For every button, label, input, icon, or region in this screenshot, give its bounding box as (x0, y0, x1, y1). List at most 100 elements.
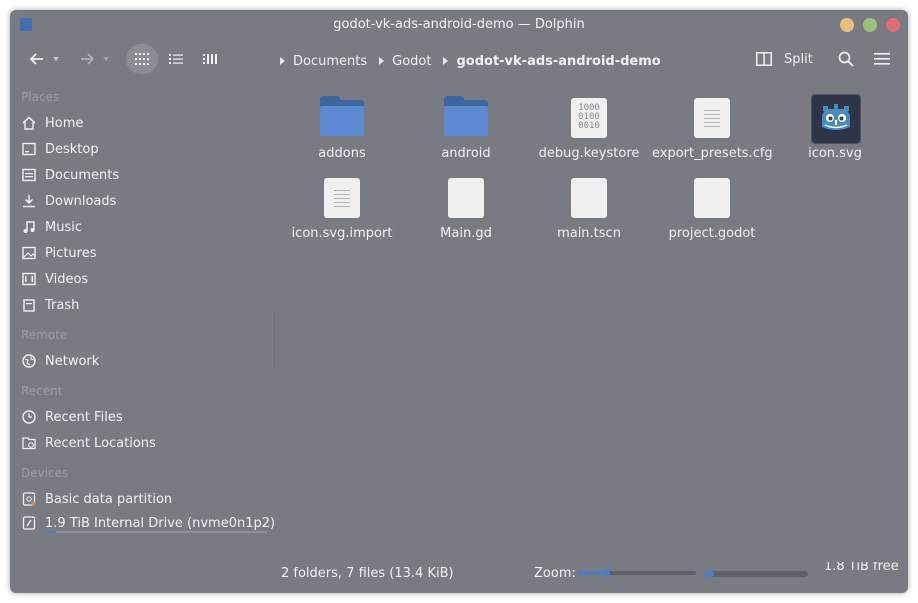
breadcrumb-item-current[interactable]: godot-vk-ads-android-demo (456, 54, 660, 69)
zoom-slider[interactable] (578, 568, 696, 578)
sidebar-item-videos[interactable]: Videos (21, 268, 88, 290)
sidebar-item-recent-locations[interactable]: Recent Locations (21, 432, 156, 454)
file-name: addons (318, 146, 366, 161)
free-space-bar[interactable] (704, 571, 808, 577)
file-name: android (441, 146, 491, 161)
split-view-icon (756, 52, 772, 66)
file-item-debug-keystore[interactable]: 1000 0100 0010 debug.keystore (529, 96, 649, 161)
sidebar-item-label: Network (45, 353, 100, 369)
sidebar-item-label: Recent Files (45, 409, 123, 425)
sidebar-item-downloads[interactable]: Downloads (21, 190, 116, 212)
compact-view-button[interactable] (162, 44, 190, 74)
breadcrumb-item-godot[interactable]: Godot (392, 54, 431, 69)
arrow-left-icon (29, 53, 59, 65)
sidebar-item-home[interactable]: Home (21, 112, 83, 134)
zoom-slider-fill (578, 571, 608, 575)
window-title: godot-vk-ads-android-demo — Dolphin (333, 17, 585, 32)
drive-usage-bar (45, 531, 267, 533)
binary-glyph: 1000 0100 0010 (578, 103, 600, 131)
zoom-label: Zoom: (534, 566, 576, 581)
breadcrumb-separator-icon (443, 57, 449, 65)
breadcrumb-item-documents[interactable]: Documents (293, 54, 367, 69)
sidebar-item-trash[interactable]: Trash (21, 294, 79, 316)
sidebar-item-label: Videos (45, 271, 89, 287)
file-item-main-tscn[interactable]: main.tscn (529, 176, 649, 241)
folder-icon (320, 96, 364, 140)
sidebar-item-label: Home (45, 115, 84, 131)
file-name: main.tscn (557, 226, 621, 241)
file-item-export-presets[interactable]: export_presets.cfg (652, 96, 773, 161)
sidebar-item-recent-files[interactable]: Recent Files (21, 406, 123, 428)
drive-icon (21, 515, 37, 531)
download-icon (21, 193, 37, 209)
blank-file-icon (690, 176, 734, 220)
sidebar-item-network[interactable]: Network (21, 350, 99, 372)
folder-clock-icon (21, 435, 37, 451)
file-item-icon-svg-import[interactable]: icon.svg.import (282, 176, 402, 241)
split-button[interactable]: Split (756, 44, 836, 74)
free-space-text: 1.8 TiB free (824, 562, 899, 572)
file-name: icon.svg (808, 146, 862, 161)
minimize-button[interactable] (840, 18, 854, 32)
picture-icon (21, 245, 37, 261)
file-item-icon-svg[interactable]: icon.svg (775, 94, 895, 161)
blank-file-icon (444, 176, 488, 220)
back-button[interactable] (26, 44, 66, 74)
sidebar-item-label: Trash (45, 297, 80, 313)
file-name: project.godot (668, 226, 756, 241)
forward-button[interactable] (76, 44, 116, 74)
godot-logo-icon (822, 104, 850, 130)
toolbar: Documents Godot godot-vk-ads-android-dem… (10, 40, 908, 80)
file-item-main-gd[interactable]: Main.gd (406, 176, 526, 241)
hamburger-menu-button[interactable] (870, 44, 894, 74)
file-item-addons[interactable]: addons (282, 96, 402, 161)
drive-usage-fill (45, 531, 57, 533)
sidebar-item-label: 1.9 TiB Internal Drive (nvme0n1p2) (45, 515, 276, 531)
sidebar-item-label: Music (45, 219, 82, 235)
sidebar-item-desktop[interactable]: Desktop (21, 138, 99, 160)
status-summary: 2 folders, 7 files (13.4 KiB) (281, 566, 454, 581)
document-icon (21, 167, 37, 183)
sidebar-item-label: Documents (45, 167, 120, 183)
file-item-project-godot[interactable]: project.godot (652, 176, 772, 241)
video-icon (21, 271, 37, 287)
home-icon (21, 115, 37, 131)
network-icon (21, 353, 37, 369)
panel-splitter[interactable] (274, 310, 275, 370)
search-icon (838, 51, 854, 67)
title-bar[interactable]: godot-vk-ads-android-demo — Dolphin (10, 10, 908, 40)
breadcrumb-separator-icon (379, 57, 385, 65)
file-item-android[interactable]: android (406, 96, 526, 161)
sidebar-item-label: Recent Locations (45, 435, 156, 451)
places-section-title: Places (21, 90, 60, 104)
free-space-fill (704, 571, 715, 577)
file-name: export_presets.cfg (652, 146, 773, 161)
sidebar-item-pictures[interactable]: Pictures (21, 242, 96, 264)
remote-section-title: Remote (21, 328, 68, 342)
file-name: debug.keystore (538, 146, 640, 161)
free-space-label: 1.8 TiB free (824, 562, 908, 572)
text-file-icon (320, 176, 364, 220)
devices-section-title: Devices (21, 466, 69, 480)
close-button[interactable] (886, 18, 900, 32)
music-icon (21, 219, 37, 235)
status-bar: 2 folders, 7 files (13.4 KiB) Zoom: 1.8 … (10, 560, 908, 586)
folder-icon (444, 96, 488, 140)
sidebar-item-label: Pictures (45, 245, 97, 261)
details-view-button[interactable] (196, 44, 224, 74)
maximize-button[interactable] (863, 18, 877, 32)
desktop-icon (21, 141, 37, 157)
search-button[interactable] (834, 44, 858, 74)
sidebar-item-music[interactable]: Music (21, 216, 82, 238)
godot-image-icon (811, 94, 861, 144)
hamburger-menu-icon (874, 53, 890, 65)
zoom-slider-handle[interactable] (605, 568, 610, 578)
sidebar-item-documents[interactable]: Documents (21, 164, 119, 186)
icons-view-button[interactable] (126, 44, 158, 74)
sidebar-item-basic-data-partition[interactable]: Basic data partition (21, 488, 172, 510)
breadcrumb: Documents Godot godot-vk-ads-android-dem… (278, 51, 671, 71)
recent-section-title: Recent (21, 384, 63, 398)
list-icon (169, 54, 183, 64)
binary-file-icon: 1000 0100 0010 (567, 96, 611, 140)
sidebar-item-label: Basic data partition (45, 491, 173, 507)
